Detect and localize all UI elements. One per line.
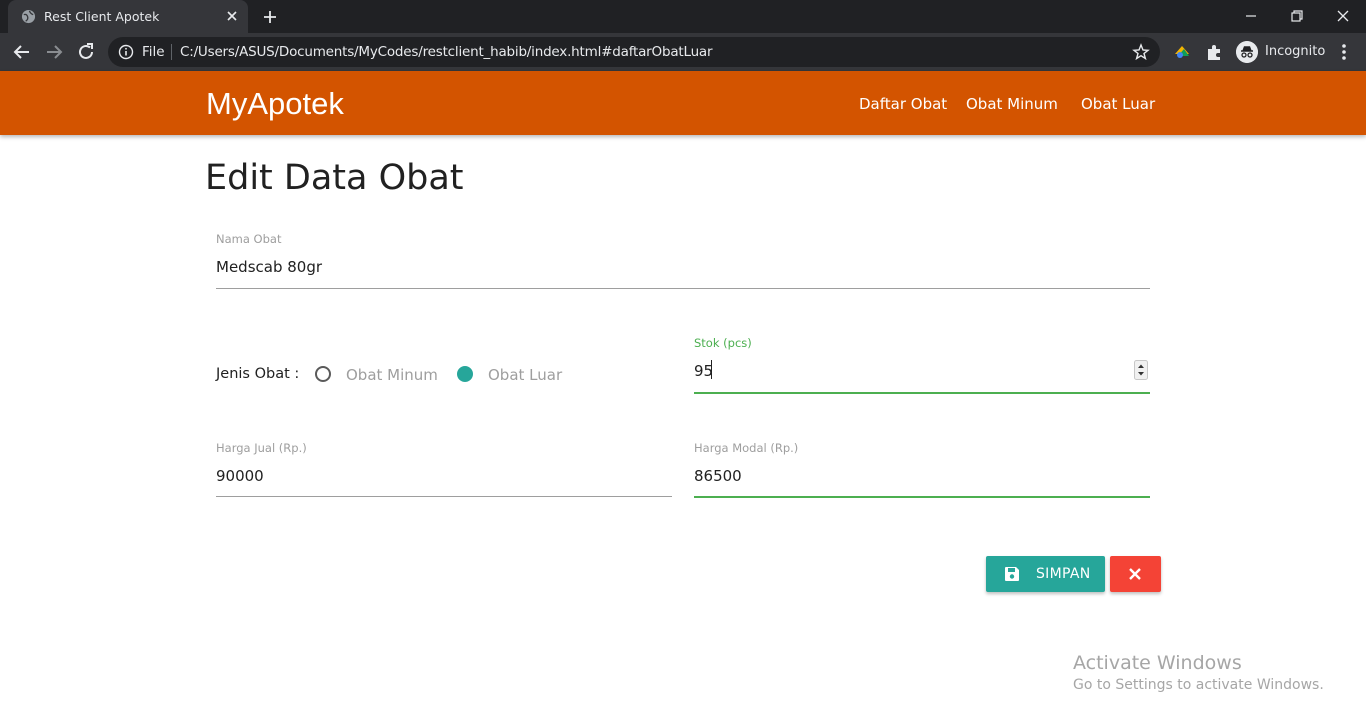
- extension-colorful-icon[interactable]: [1172, 42, 1192, 62]
- tab-title: Rest Client Apotek: [44, 9, 160, 24]
- nama-obat-input[interactable]: Medscab 80gr: [216, 258, 322, 276]
- harga-jual-input[interactable]: 90000: [216, 467, 264, 485]
- bookmark-star-icon[interactable]: [1132, 43, 1150, 61]
- nav-link-obat-luar[interactable]: Obat Luar: [1081, 95, 1155, 113]
- extensions-puzzle-icon[interactable]: [1204, 42, 1224, 62]
- incognito-icon: [1236, 41, 1258, 63]
- harga-modal-input[interactable]: 86500: [694, 467, 742, 485]
- address-bar[interactable]: File C:/Users/ASUS/Documents/MyCodes/res…: [108, 37, 1160, 67]
- nama-obat-underline: [216, 288, 1150, 289]
- save-button[interactable]: SIMPAN: [986, 556, 1105, 592]
- nama-obat-label: Nama Obat: [216, 232, 282, 246]
- address-divider: [171, 44, 172, 60]
- cancel-button[interactable]: [1110, 556, 1161, 592]
- new-tab-icon[interactable]: [260, 7, 280, 27]
- stok-underline: [694, 392, 1150, 394]
- radio-obat-luar[interactable]: [457, 366, 473, 382]
- restore-icon[interactable]: [1286, 5, 1308, 27]
- radio-label-obat-luar[interactable]: Obat Luar: [488, 366, 562, 384]
- back-arrow-icon[interactable]: [11, 41, 33, 63]
- globe-icon: [21, 9, 36, 24]
- harga-jual-underline: [216, 496, 672, 497]
- harga-modal-label: Harga Modal (Rp.): [694, 441, 799, 455]
- close-icon: [1129, 568, 1141, 580]
- number-spinner-icon[interactable]: [1134, 360, 1148, 380]
- page-title: Edit Data Obat: [205, 158, 464, 198]
- reload-icon[interactable]: [75, 41, 97, 63]
- close-window-icon[interactable]: [1332, 5, 1354, 27]
- save-floppy-icon: [1005, 567, 1019, 581]
- stok-label: Stok (pcs): [694, 336, 752, 350]
- jenis-obat-label: Jenis Obat :: [216, 366, 300, 382]
- nav-link-obat-minum[interactable]: Obat Minum: [966, 95, 1058, 113]
- nav-link-daftar-obat[interactable]: Daftar Obat: [859, 95, 947, 113]
- harga-jual-label: Harga Jual (Rp.): [216, 441, 307, 455]
- radio-obat-minum[interactable]: [315, 366, 331, 382]
- browser-tab-strip: Rest Client Apotek: [0, 0, 1366, 33]
- app-navbar: MyApotek Daftar Obat Obat Minum Obat Lua…: [0, 71, 1366, 135]
- activate-windows-title: Activate Windows: [1073, 652, 1242, 674]
- minimize-icon[interactable]: [1240, 5, 1262, 27]
- file-scheme-label: File: [142, 44, 165, 60]
- text-caret: [711, 360, 712, 379]
- brand-logo[interactable]: MyApotek: [206, 86, 344, 122]
- info-icon[interactable]: [118, 44, 134, 60]
- close-tab-icon[interactable]: [224, 8, 240, 24]
- browser-toolbar: File C:/Users/ASUS/Documents/MyCodes/res…: [0, 33, 1366, 71]
- forward-arrow-icon[interactable]: [43, 41, 65, 63]
- incognito-label: Incognito: [1265, 44, 1326, 59]
- url-text[interactable]: C:/Users/ASUS/Documents/MyCodes/restclie…: [180, 44, 713, 60]
- browser-tab[interactable]: Rest Client Apotek: [8, 0, 248, 33]
- browser-menu-icon[interactable]: [1336, 41, 1352, 63]
- activate-windows-subtitle: Go to Settings to activate Windows.: [1073, 677, 1324, 693]
- save-button-label: SIMPAN: [1036, 566, 1091, 582]
- harga-modal-underline: [694, 496, 1150, 498]
- radio-label-obat-minum[interactable]: Obat Minum: [346, 366, 438, 384]
